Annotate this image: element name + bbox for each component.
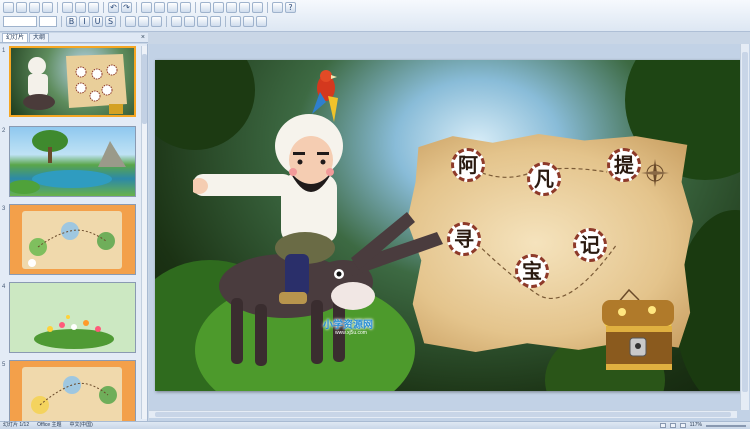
toolbar-separator: [120, 16, 121, 27]
slide-number: 1: [2, 48, 6, 54]
status-bar: 幻灯片 1/12 Office 主题 中文(中国) 117%: [0, 421, 750, 429]
toolbar-separator: [57, 2, 58, 13]
toolbar-row-formatting: B I U S: [3, 16, 267, 27]
watermark-logo: 小学资源网: [323, 320, 373, 331]
toolbar-row-standard: ↶ ↷ ?: [3, 2, 296, 13]
toolbar-separator: [61, 16, 62, 27]
thumbnail-image: [9, 46, 136, 117]
slide-counter: 幻灯片 1/12: [3, 422, 30, 428]
canvas-horizontal-scrollbar[interactable]: [149, 410, 737, 418]
thumbnail-image: [9, 126, 136, 197]
scrollbar-thumb[interactable]: [142, 54, 147, 124]
zoom-slider[interactable]: [706, 424, 746, 427]
scrollbar-thumb[interactable]: [155, 412, 731, 417]
outline-panel-tabs: 幻灯片 大纲 ×: [0, 33, 148, 43]
zoom-icon[interactable]: [272, 2, 283, 13]
normal-view-icon[interactable]: [659, 423, 666, 428]
shapes-icon[interactable]: [200, 2, 211, 13]
thumbnail-scrollbar[interactable]: [141, 46, 147, 419]
title-char-xun[interactable]: 寻: [447, 222, 481, 256]
undo-icon[interactable]: ↶: [108, 2, 119, 13]
print-icon[interactable]: [42, 2, 53, 13]
toolbar: ↶ ↷ ? B I U S: [0, 0, 750, 32]
close-icon[interactable]: ×: [141, 33, 145, 42]
numbering-icon[interactable]: [184, 16, 195, 27]
status-right: 117%: [659, 422, 746, 429]
indent-icon[interactable]: [197, 16, 208, 27]
fill-color-icon[interactable]: [239, 2, 250, 13]
toolbar-separator: [166, 16, 167, 27]
shadow-icon[interactable]: S: [105, 16, 116, 27]
animation-icon[interactable]: [243, 16, 254, 27]
bold-icon[interactable]: B: [66, 16, 77, 27]
underline-icon[interactable]: U: [92, 16, 103, 27]
cut-icon[interactable]: [62, 2, 73, 13]
title-char-fan[interactable]: 凡: [527, 162, 561, 196]
title-char-a[interactable]: 阿: [451, 148, 485, 182]
paste-icon[interactable]: [88, 2, 99, 13]
title-char-bao[interactable]: 宝: [515, 254, 549, 288]
slideshow-icon[interactable]: [256, 16, 267, 27]
table-icon[interactable]: [141, 2, 152, 13]
thumbnail-image: [9, 282, 136, 353]
design-icon[interactable]: [230, 16, 241, 27]
thumbnail-image: [9, 204, 136, 275]
thumbnail-image: [9, 360, 136, 421]
treasure-chest-icon: [602, 300, 674, 370]
canvas-vertical-scrollbar[interactable]: [740, 44, 749, 410]
current-slide[interactable]: 阿 凡 提 寻 记 宝 小学资源网 www.xj5u.com: [155, 60, 742, 391]
slideshow-view-icon[interactable]: [679, 423, 686, 428]
zoom-level[interactable]: 117%: [690, 422, 702, 429]
watermark-url: www.xj5u.com: [335, 330, 367, 336]
slide-thumbnail-panel: 1 2 3 4 5: [0, 44, 148, 421]
title-char-ji[interactable]: 记: [573, 228, 607, 262]
toolbar-separator: [225, 16, 226, 27]
scrollbar-thumb[interactable]: [742, 52, 748, 392]
tab-outline[interactable]: 大纲: [29, 33, 50, 42]
open-icon[interactable]: [16, 2, 27, 13]
slide-number: 2: [2, 128, 6, 134]
align-center-icon[interactable]: [138, 16, 149, 27]
toolbar-separator: [267, 2, 268, 13]
redo-icon[interactable]: ↷: [121, 2, 132, 13]
copy-icon[interactable]: [75, 2, 86, 13]
font-size-select[interactable]: [39, 16, 57, 27]
new-icon[interactable]: [3, 2, 14, 13]
new-slide-icon[interactable]: [180, 2, 191, 13]
compass-icon: [641, 159, 669, 187]
powerpoint-window: ↶ ↷ ? B I U S 幻灯片 大纲 × 1 2 3 4 5 阿 凡 提 寻…: [0, 0, 750, 429]
align-left-icon[interactable]: [125, 16, 136, 27]
slide-sorter-view-icon[interactable]: [669, 423, 676, 428]
line-color-icon[interactable]: [252, 2, 263, 13]
toolbar-separator: [136, 2, 137, 13]
help-icon[interactable]: ?: [285, 2, 296, 13]
picture-icon[interactable]: [167, 2, 178, 13]
slide-number: 3: [2, 206, 6, 212]
slide-number: 4: [2, 284, 6, 290]
status-left: 幻灯片 1/12 Office 主题 中文(中国): [3, 422, 93, 429]
language-indicator: 中文(中国): [69, 422, 93, 428]
theme-name: Office 主题: [37, 422, 62, 428]
title-char-ti[interactable]: 提: [607, 148, 641, 182]
toolbar-separator: [195, 2, 196, 13]
align-right-icon[interactable]: [151, 16, 162, 27]
afanti-on-donkey-icon: [193, 114, 443, 366]
save-icon[interactable]: [29, 2, 40, 13]
font-name-select[interactable]: [3, 16, 37, 27]
italic-icon[interactable]: I: [79, 16, 90, 27]
font-color-icon[interactable]: [210, 16, 221, 27]
arrange-icon[interactable]: [226, 2, 237, 13]
toolbar-separator: [103, 2, 104, 13]
chart-icon[interactable]: [154, 2, 165, 13]
slide-number: 5: [2, 362, 6, 368]
bullets-icon[interactable]: [171, 16, 182, 27]
tab-slides[interactable]: 幻灯片: [2, 33, 29, 42]
textbox-icon[interactable]: [213, 2, 224, 13]
